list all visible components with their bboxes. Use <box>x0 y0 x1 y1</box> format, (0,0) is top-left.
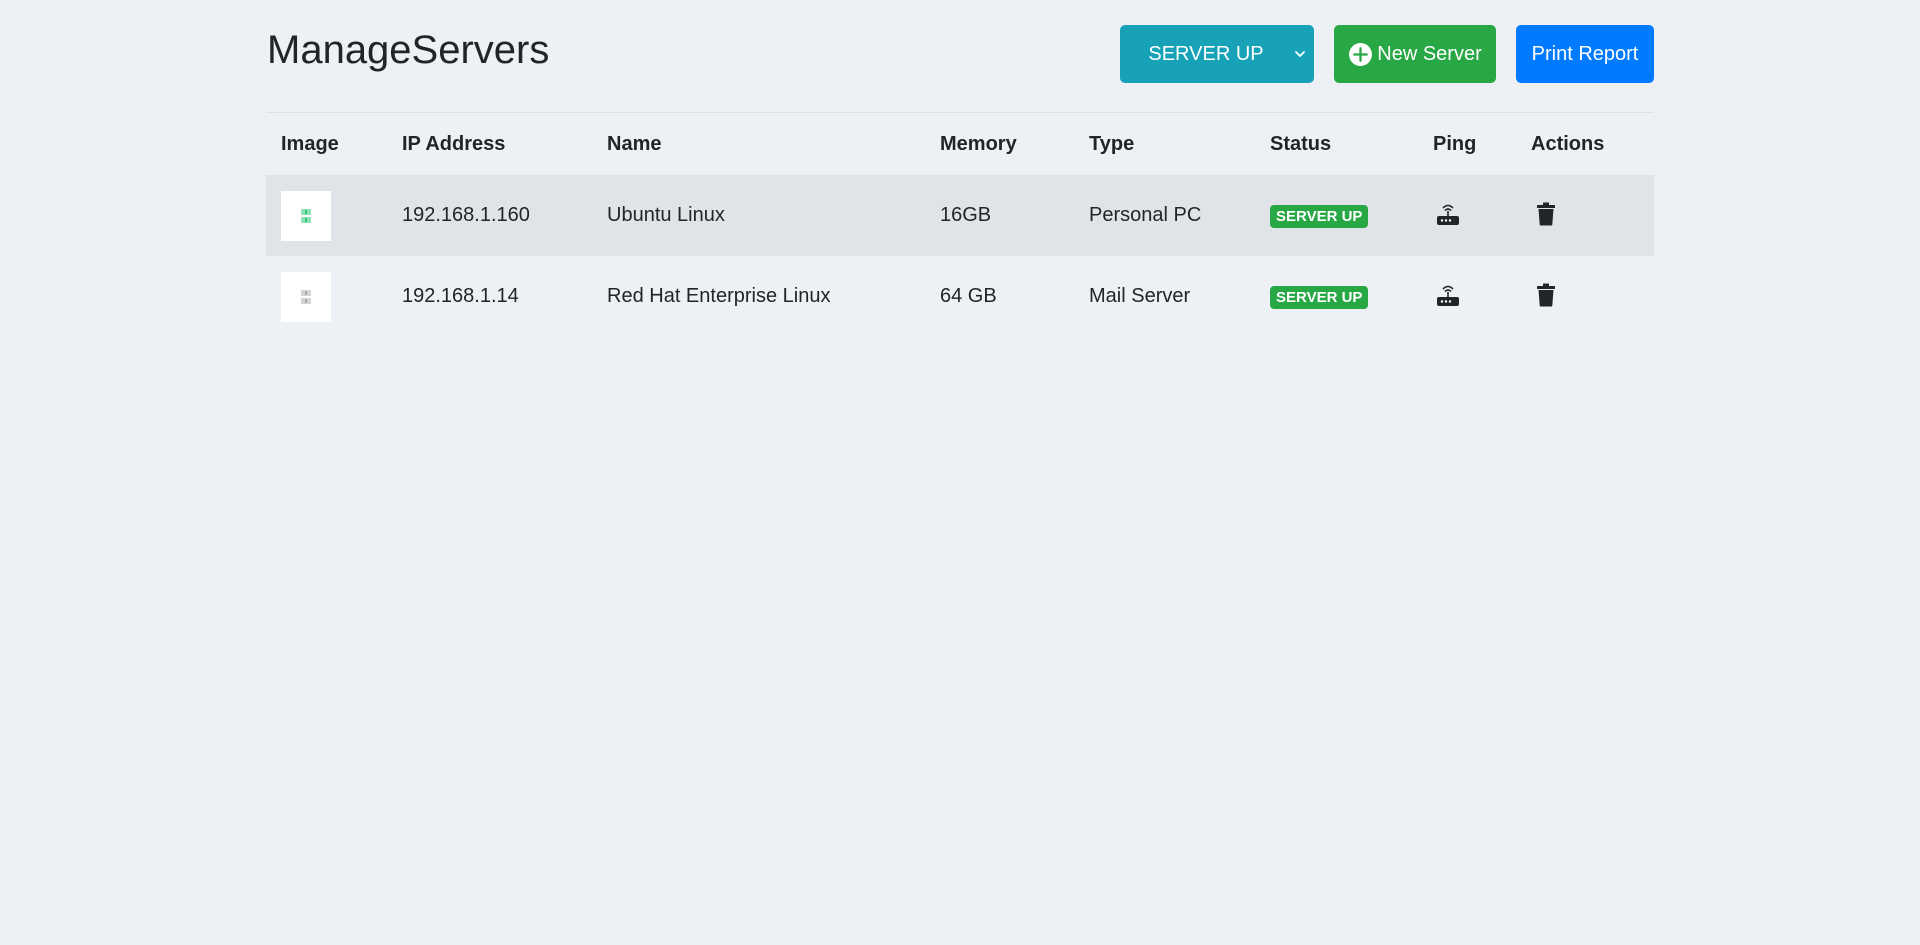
ping-button[interactable] <box>1433 199 1463 229</box>
router-icon <box>1437 204 1459 225</box>
trash-icon <box>1537 283 1555 307</box>
server-image <box>281 190 331 241</box>
table-header-row: Image IP Address Name Memory Type Status… <box>266 113 1654 175</box>
cell-type: Mail Server <box>1089 285 1191 307</box>
col-header-memory: Memory <box>940 132 1017 155</box>
cell-ping <box>1418 256 1516 337</box>
table-row: 192.168.1.14 Red Hat Enterprise Linux 64… <box>266 256 1654 337</box>
main-container: ManageServers SERVER UP New Server Print… <box>266 0 1654 337</box>
col-header-image: Image <box>281 132 339 155</box>
plus-circle-icon <box>1349 42 1373 66</box>
cell-actions <box>1516 256 1654 337</box>
page-title: ManageServers <box>267 28 550 72</box>
cell-image <box>266 256 387 337</box>
delete-button[interactable] <box>1531 199 1561 229</box>
server-gray-icon <box>301 289 311 304</box>
table-row: 192.168.1.160 Ubuntu Linux 16GB Personal… <box>266 175 1654 256</box>
col-header-name: Name <box>607 132 662 155</box>
chevron-down-icon <box>1295 51 1305 57</box>
status-badge: SERVER UP <box>1270 285 1369 309</box>
server-green-icon <box>301 208 311 223</box>
toolbar: SERVER UP New Server Print Report <box>1120 25 1654 83</box>
cell-status: SERVER UP <box>1255 175 1418 256</box>
col-header-status: Status <box>1270 132 1332 155</box>
delete-button[interactable] <box>1531 280 1561 310</box>
cell-memory: 64 GB <box>940 285 997 307</box>
router-icon <box>1437 285 1459 306</box>
cell-actions <box>1516 175 1654 256</box>
col-header-ip-address: IP Address <box>402 132 506 155</box>
trash-icon <box>1537 202 1555 226</box>
status-filter-value: SERVER UP <box>1148 42 1264 65</box>
cell-name: Ubuntu Linux <box>607 204 725 226</box>
cell-ip: 192.168.1.14 <box>402 285 519 307</box>
new-server-label: New Server <box>1377 42 1482 65</box>
ping-button[interactable] <box>1433 280 1463 310</box>
print-report-button[interactable]: Print Report <box>1516 25 1654 83</box>
server-image <box>281 271 331 322</box>
cell-memory: 16GB <box>940 204 992 226</box>
col-header-ping: Ping <box>1433 132 1477 155</box>
cell-name: Red Hat Enterprise Linux <box>607 285 831 307</box>
cell-ip: 192.168.1.160 <box>402 204 530 226</box>
cell-type: Personal PC <box>1089 204 1202 226</box>
cell-status: SERVER UP <box>1255 256 1418 337</box>
col-header-type: Type <box>1089 132 1135 155</box>
cell-ping <box>1418 175 1516 256</box>
status-filter-select[interactable]: SERVER UP <box>1120 25 1314 83</box>
page-header: ManageServers SERVER UP New Server Print… <box>266 0 1654 113</box>
servers-table: Image IP Address Name Memory Type Status… <box>266 113 1654 337</box>
status-badge: SERVER UP <box>1270 204 1369 228</box>
new-server-button[interactable]: New Server <box>1334 25 1496 83</box>
cell-image <box>266 175 387 256</box>
col-header-actions: Actions <box>1531 132 1605 155</box>
